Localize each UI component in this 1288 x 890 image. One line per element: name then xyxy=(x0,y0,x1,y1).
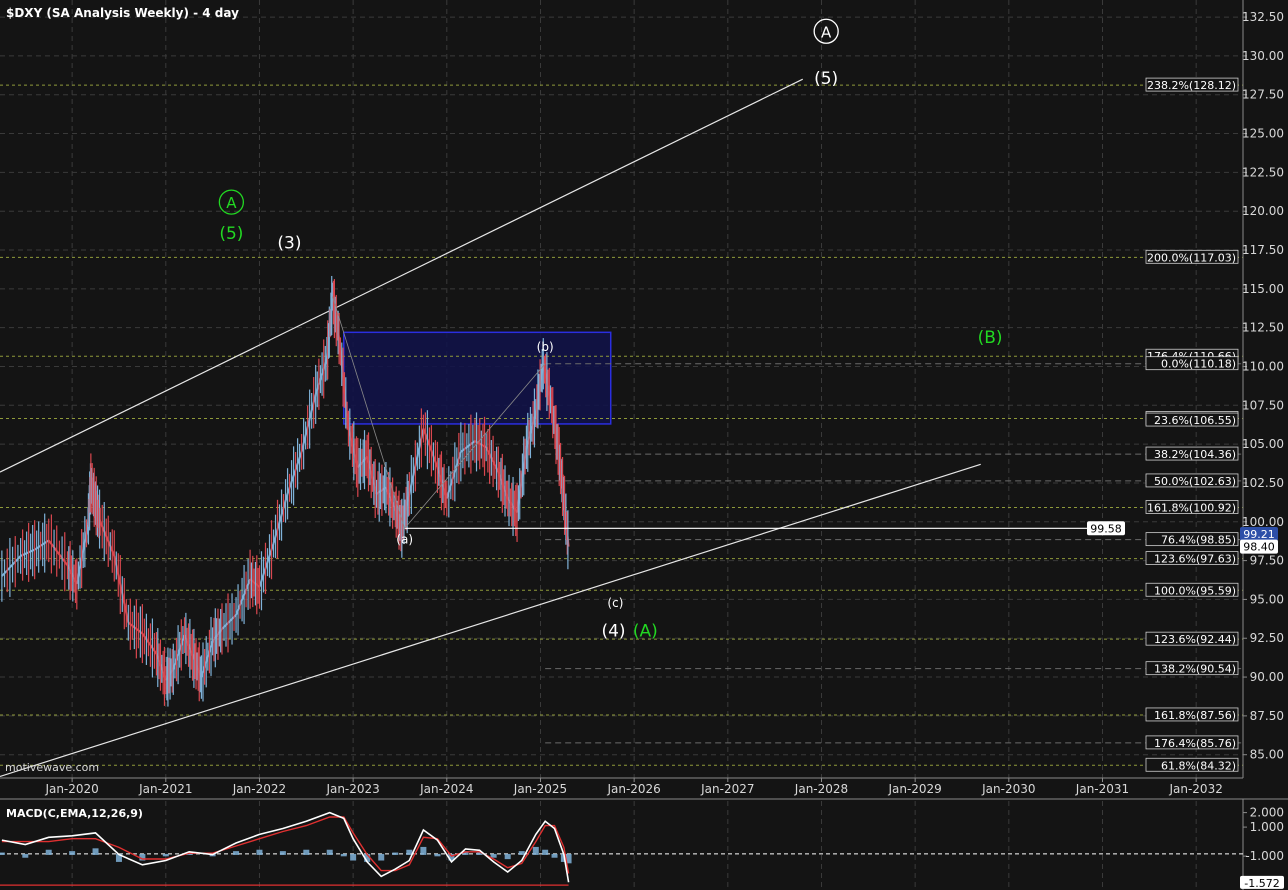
price-tick-label: 130.00 xyxy=(1242,49,1284,63)
time-tick-label: Jan-2020 xyxy=(44,782,98,796)
price-axis-background xyxy=(1243,0,1288,778)
time-tick-label: Jan-2027 xyxy=(700,782,754,796)
chart-title: $DXY (SA Analysis Weekly) - 4 day xyxy=(6,6,239,20)
macd-histogram-bar xyxy=(326,849,333,855)
macd-tick-label: -1.000 xyxy=(1245,849,1284,863)
price-tick-label: 110.00 xyxy=(1242,359,1284,373)
price-tick-label: 127.50 xyxy=(1242,88,1284,102)
fib-label: 100.0%(95.59) xyxy=(1154,584,1236,597)
macd-label: MACD(C,EMA,12,26,9) xyxy=(6,807,143,820)
macd-histogram-bar xyxy=(22,853,29,858)
fib-label: 123.6%(97.63) xyxy=(1154,553,1236,566)
price-tick-label: 92.50 xyxy=(1250,631,1284,645)
price-tick-label: 115.00 xyxy=(1242,282,1284,296)
macd-histogram-bar xyxy=(340,853,347,857)
macd-histogram-bar xyxy=(69,851,76,855)
price-tag: 99.58 xyxy=(1090,522,1122,535)
fib-label: 161.8%(100.92) xyxy=(1147,501,1236,514)
wave-label: (3) xyxy=(277,233,301,253)
price-tick-label: 105.00 xyxy=(1242,437,1284,451)
macd-readout: -1.572 xyxy=(1244,877,1279,890)
price-tick-label: 132.50 xyxy=(1242,10,1284,24)
price-tag: 98.40 xyxy=(1243,541,1275,554)
watermark: motivewave.com xyxy=(5,761,99,774)
macd-histogram-bar xyxy=(551,853,558,858)
fib-label: 50.0%(102.63) xyxy=(1154,475,1236,488)
time-tick-label: Jan-2026 xyxy=(606,782,660,796)
time-tick-label: Jan-2023 xyxy=(325,782,379,796)
price-tick-label: 100.00 xyxy=(1242,515,1284,529)
macd-histogram-bar xyxy=(504,853,511,860)
macd-histogram-bar xyxy=(378,853,385,861)
time-tick-label: Jan-2025 xyxy=(513,782,567,796)
macd-histogram-bar xyxy=(162,853,169,857)
macd-histogram-bar xyxy=(0,852,5,855)
wave-label: (5) xyxy=(219,224,243,244)
time-tick-label: Jan-2028 xyxy=(794,782,848,796)
macd-histogram-bar xyxy=(233,851,240,855)
fib-label: 61.8%(84.32) xyxy=(1161,759,1236,772)
time-tick-label: Jan-2032 xyxy=(1168,782,1222,796)
fib-label: 238.2%(128.12) xyxy=(1147,79,1236,92)
time-tick-label: Jan-2031 xyxy=(1075,782,1129,796)
macd-histogram-bar xyxy=(92,848,99,855)
wave-label: (b) xyxy=(537,340,554,354)
fib-label: 161.8%(87.56) xyxy=(1154,709,1236,722)
wave-label: A xyxy=(226,194,237,212)
fib-label: 138.2%(90.54) xyxy=(1154,663,1236,676)
price-tick-label: 87.50 xyxy=(1250,709,1284,723)
fib-label: 23.6%(106.55) xyxy=(1154,414,1236,427)
macd-histogram-bar xyxy=(256,849,263,855)
price-tick-label: 90.00 xyxy=(1250,670,1284,684)
price-tick-label: 122.50 xyxy=(1242,165,1284,179)
fib-label: 200.0%(117.03) xyxy=(1147,251,1236,264)
macd-tick-label: 2.000 xyxy=(1250,806,1284,820)
macd-histogram-bar xyxy=(350,853,357,861)
time-tick-label: Jan-2030 xyxy=(981,782,1035,796)
macd-histogram-bar xyxy=(392,852,399,855)
fib-label: 0.0%(110.18) xyxy=(1161,358,1236,371)
time-tick-label: Jan-2022 xyxy=(232,782,286,796)
price-tick-label: 102.50 xyxy=(1242,476,1284,490)
price-tick-label: 95.00 xyxy=(1250,592,1284,606)
time-tick-label: Jan-2024 xyxy=(419,782,473,796)
macd-histogram-bar xyxy=(518,851,525,855)
fib-label: 176.4%(85.76) xyxy=(1154,737,1236,750)
price-tick-label: 125.00 xyxy=(1242,127,1284,141)
wave-label: A xyxy=(821,23,832,41)
macd-histogram-bar xyxy=(279,851,286,855)
macd-histogram-bar xyxy=(434,853,441,857)
price-tag: 99.21 xyxy=(1243,528,1275,541)
fib-label: 76.4%(98.85) xyxy=(1161,534,1236,547)
time-tick-label: Jan-2021 xyxy=(138,782,192,796)
price-tick-label: 97.50 xyxy=(1250,554,1284,568)
wave-label: (4) xyxy=(601,622,625,642)
price-tick-label: 85.00 xyxy=(1250,748,1284,762)
macd-histogram-bar xyxy=(303,849,310,855)
macd-histogram-bar xyxy=(45,849,52,855)
wave-label: (B) xyxy=(978,328,1003,348)
wave-label: (c) xyxy=(607,596,623,610)
fib-label: 123.6%(92.44) xyxy=(1154,633,1236,646)
wave-label: (5) xyxy=(814,69,838,89)
price-tick-label: 112.50 xyxy=(1242,321,1284,335)
price-tick-label: 117.50 xyxy=(1242,243,1284,257)
macd-histogram-bar xyxy=(542,849,549,855)
macd-histogram-bar xyxy=(532,846,539,855)
price-tick-label: 107.50 xyxy=(1242,398,1284,412)
fib-box xyxy=(343,331,612,425)
wave-label: (a) xyxy=(396,533,413,547)
time-tick-label: Jan-2029 xyxy=(887,782,941,796)
macd-histogram-bar xyxy=(420,846,427,855)
fib-label: 38.2%(104.36) xyxy=(1154,448,1236,461)
price-chart[interactable]: 238.2%(128.12)200.0%(117.03)176.4%(110.6… xyxy=(0,0,1288,890)
price-tick-label: 120.00 xyxy=(1242,204,1284,218)
macd-tick-label: 1.000 xyxy=(1250,820,1284,834)
wave-label: (A) xyxy=(633,622,658,642)
